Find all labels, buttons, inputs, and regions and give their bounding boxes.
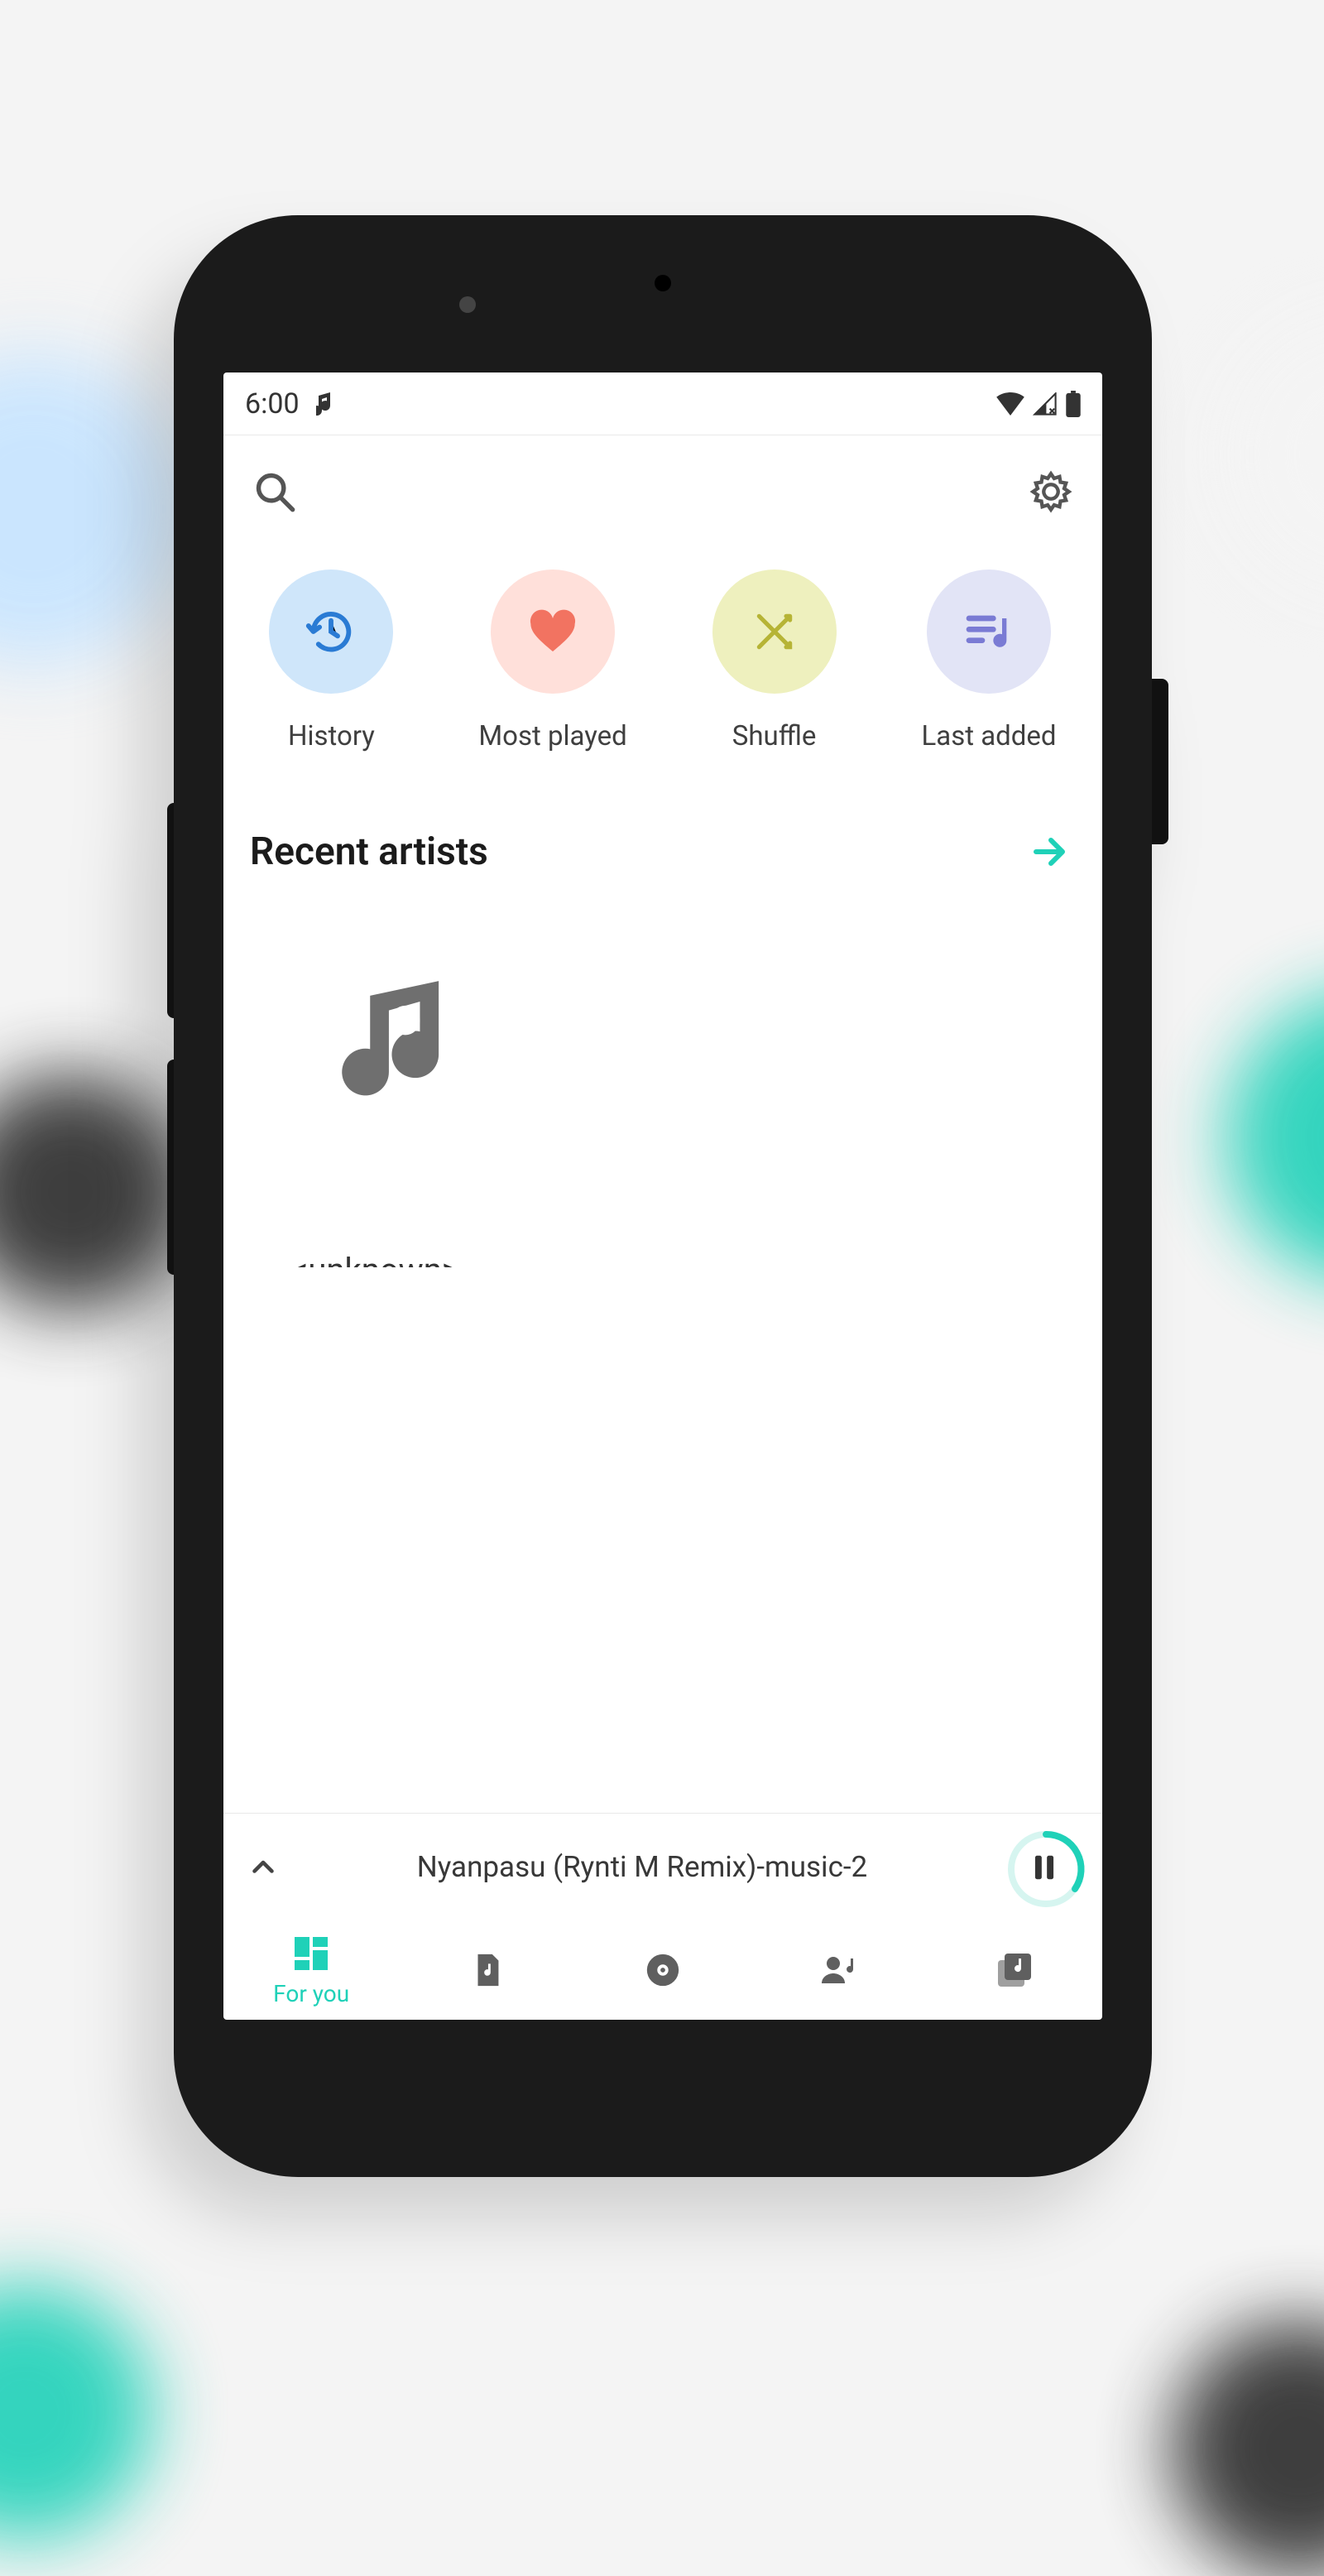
shuffle-icon (751, 608, 798, 655)
recent-artists-title: Recent artists (250, 829, 488, 874)
heart-icon (526, 605, 579, 658)
artist-placeholder-icon (250, 895, 540, 1185)
quick-shuffle-label: Shuffle (732, 720, 817, 752)
tab-for-you[interactable]: For you (249, 1929, 373, 2012)
tab-playlists[interactable] (952, 1945, 1077, 1995)
mini-player[interactable]: Nyanpasu (Rynti M Remix)-music-2 (223, 1813, 1102, 1920)
tab-songs[interactable] (425, 1946, 549, 1994)
artist-icon (818, 1950, 858, 1990)
quick-last-added-label: Last added (921, 720, 1056, 752)
battery-icon (1066, 391, 1081, 417)
phone-power-button (1152, 679, 1168, 844)
tab-albums[interactable] (601, 1946, 725, 1994)
quick-most-played[interactable]: Most played (478, 570, 626, 752)
tab-artists[interactable] (776, 1945, 900, 1995)
history-icon (305, 605, 357, 658)
phone-frame: 6:00 (174, 215, 1152, 2177)
search-icon (253, 470, 296, 513)
status-bar: 6:00 (223, 372, 1102, 435)
phone-volume-up-button (167, 803, 174, 1018)
playlist-icon (962, 605, 1015, 658)
quick-history[interactable]: History (269, 570, 393, 752)
arrow-right-icon (1029, 832, 1069, 872)
now-playing-title: Nyanpasu (Rynti M Remix)-music-2 (296, 1850, 988, 1884)
quick-last-added[interactable]: Last added (921, 570, 1056, 752)
disc-icon (644, 1951, 682, 1989)
phone-sensor (459, 296, 476, 313)
artist-card[interactable]: <unknown> (250, 895, 540, 1267)
chevron-up-icon (248, 1853, 278, 1882)
quick-most-played-label: Most played (478, 720, 626, 752)
quick-access-row: History Most played Shuffle Last added (223, 541, 1102, 772)
wifi-icon (996, 392, 1024, 416)
play-pause-button[interactable] (1006, 1829, 1082, 1906)
music-note-icon (316, 391, 336, 417)
settings-button[interactable] (1024, 465, 1077, 518)
quick-history-label: History (288, 720, 375, 752)
music-file-icon (468, 1951, 506, 1989)
library-icon (995, 1950, 1034, 1990)
artist-name: <unknown> (291, 1251, 459, 1267)
cell-signal-icon (1033, 392, 1058, 416)
phone-volume-down-button (167, 1060, 174, 1275)
quick-shuffle[interactable]: Shuffle (712, 570, 837, 752)
tab-for-you-label: For you (273, 1980, 349, 2007)
bottom-nav: For you (223, 1920, 1102, 2020)
gear-icon (1029, 470, 1072, 513)
screen: 6:00 (223, 372, 1102, 2020)
dashboard-icon (291, 1934, 331, 1973)
phone-camera (655, 275, 671, 291)
status-time: 6:00 (245, 387, 300, 421)
recent-artists-more-button[interactable] (1023, 825, 1076, 878)
search-button[interactable] (248, 465, 301, 518)
